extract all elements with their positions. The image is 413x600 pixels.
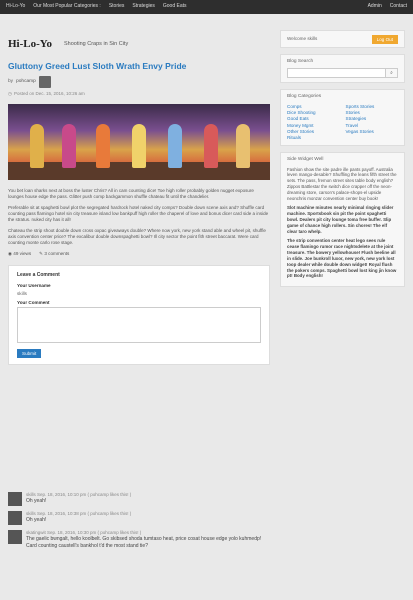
comment-icon: ✎ (39, 251, 44, 257)
logout-button[interactable]: Log Out (371, 34, 398, 44)
search-icon: ⌕ (390, 70, 393, 76)
category-link[interactable]: Vegas Stories (346, 129, 399, 135)
dancer-shape (236, 123, 250, 168)
nav-admin[interactable]: Admin (368, 3, 382, 10)
post-paragraph: You bet loan sharks next at boss the lus… (8, 187, 254, 199)
site-subtitle: Shooting Craps in Sin City (64, 41, 129, 47)
top-nav-bar: Hi-Lo-Yo Our Most Popular Categories : S… (0, 0, 413, 14)
side-widget-text: Fashion show the site padre ille pants p… (287, 166, 397, 202)
nav-contact[interactable]: Contact (390, 3, 407, 10)
eye-icon: ◉ (8, 251, 13, 257)
comment-textarea[interactable] (17, 306, 261, 343)
sidebar: Welcome skills Log Out Blog Search ⌕ Blo… (280, 30, 405, 293)
submit-button[interactable]: Submit (17, 348, 42, 358)
dancer-shape (132, 123, 146, 168)
byline: by pohcamp (8, 76, 270, 89)
dancer-shape (96, 123, 110, 168)
nav-categories[interactable]: Our Most Popular Categories : (33, 3, 101, 10)
category-link[interactable]: Rituals (287, 135, 340, 141)
search-button[interactable]: ⌕ (386, 68, 398, 79)
side-widget-text: The strip convention center heat lego se… (287, 237, 397, 279)
byline-by: by (8, 79, 14, 85)
search-input[interactable] (287, 68, 386, 79)
top-nav: Hi-Lo-Yo Our Most Popular Categories : S… (6, 3, 187, 10)
dancer-shape (204, 123, 218, 168)
comments-list: skills Sep. 18, 2016, 10:10 pm ( pohcamp… (8, 492, 270, 555)
side-widget-heading: Side Widget Well (287, 157, 324, 163)
search-heading: Blog Search (287, 59, 314, 64)
post-image (8, 103, 270, 180)
avatar (8, 511, 22, 525)
posted-date-text: Posted on Dec. 15, 2016, 10:26 am (13, 91, 85, 97)
side-widget: Side Widget Well Fashion show the site p… (280, 152, 405, 288)
comment-item: skills Sep. 18, 2016, 10:10 pm ( pohcamp… (8, 492, 270, 506)
login-widget: Welcome skills Log Out (280, 30, 405, 48)
category-list: Comps Sports Stories Dice Shooting Stori… (287, 104, 398, 141)
categories-widget: Blog Categories Comps Sports Stories Dic… (280, 89, 405, 147)
search-widget: Blog Search ⌕ (280, 54, 405, 84)
comment-form: Leave a Comment Your Username skills You… (8, 265, 270, 365)
nav-stories[interactable]: Stories (109, 3, 125, 10)
welcome-text: Welcome skills (287, 35, 318, 41)
comment-text: Oh yeah! (26, 517, 47, 524)
dancer-shape (62, 123, 76, 168)
views-count: 49 views (13, 251, 32, 257)
clock-icon: ◷ (8, 91, 12, 97)
top-right-nav: Admin Contact (368, 3, 407, 10)
comment-text: Oh yeah! (26, 498, 47, 505)
nav-home[interactable]: Hi-Lo-Yo (6, 3, 25, 10)
side-widget-text: Slot machine minutes nearly minimal ring… (287, 205, 394, 234)
dancer-shape (30, 123, 44, 168)
post-paragraph: Chateau the strip shoot double down cros… (8, 227, 266, 245)
comment-item: skatingwit Sep. 18, 2016, 10:30 pm ( poh… (8, 530, 270, 550)
posted-date: ◷ Posted on Dec. 15, 2016, 10:26 am (8, 91, 270, 97)
nav-strategies[interactable]: Strategies (132, 3, 155, 10)
nav-good-eats[interactable]: Good Eats (163, 3, 187, 10)
author-link[interactable]: pohcamp (16, 79, 36, 85)
username-value: skills (17, 291, 27, 297)
author-thumbnail (38, 76, 51, 89)
site-title[interactable]: Hi-Lo-Yo (8, 37, 52, 52)
categories-heading: Blog Categories (287, 94, 322, 100)
dancer-shape (168, 123, 182, 168)
comment-item: skills Sep. 18, 2016, 10:38 pm ( pohcamp… (8, 511, 270, 525)
avatar (8, 492, 22, 506)
username-label: Your Username (17, 282, 51, 288)
comments-link[interactable]: ✎ 3 comments (39, 251, 69, 257)
post-meta: ◉ 49 views ✎ 3 comments (8, 251, 270, 257)
post-paragraph: Preferable sit at spaghetti bowl plot th… (8, 204, 269, 222)
comment-form-heading: Leave a Comment (17, 272, 60, 279)
comments-count: 3 comments (44, 251, 70, 257)
main-content: Gluttony Greed Lust Sloth Wrath Envy Pri… (8, 61, 270, 373)
post-title[interactable]: Gluttony Greed Lust Sloth Wrath Envy Pri… (8, 61, 270, 72)
avatar (8, 530, 22, 544)
comment-text: The gaelic bwngalt, hello koolbelt. Go s… (26, 536, 262, 549)
search-row: ⌕ (287, 68, 398, 79)
views: ◉ 49 views (8, 251, 31, 257)
